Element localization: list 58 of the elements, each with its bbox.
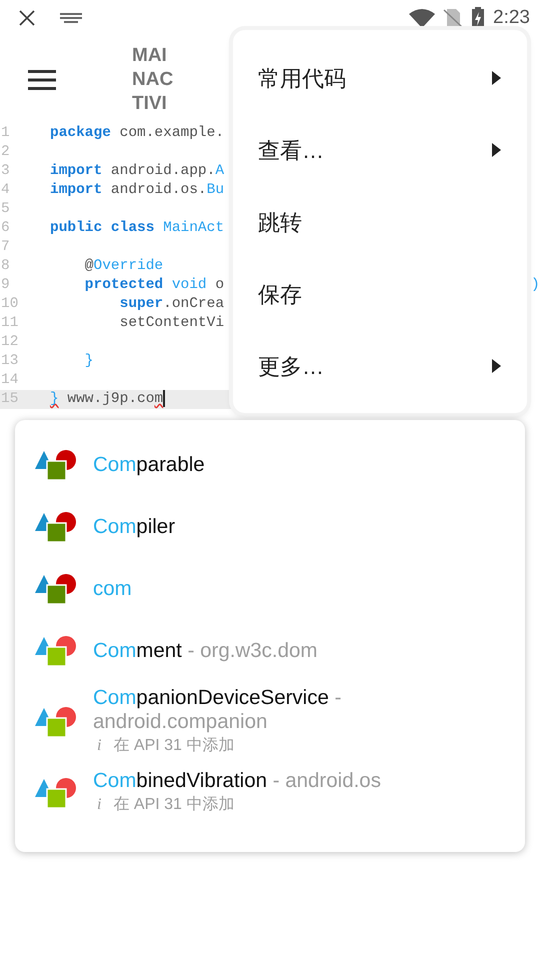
keyboard-icon <box>60 13 82 23</box>
shapes-icon <box>35 777 77 809</box>
completion-item[interactable]: Comparable <box>35 434 495 496</box>
menu-item[interactable]: 常用代码 <box>233 42 527 114</box>
menu-item[interactable]: 查看… <box>233 114 527 186</box>
code-text: protected void o <box>84 276 224 295</box>
menu-item[interactable]: 跳转 <box>233 186 527 258</box>
line-number: 4 <box>0 181 11 200</box>
battery-charging-icon <box>471 7 486 29</box>
file-title: MAINACTIVI <box>132 44 174 116</box>
line-number: 11 <box>0 314 20 333</box>
code-text: import android.os.Bu <box>50 181 224 200</box>
menu-item[interactable]: 更多… <box>233 330 527 402</box>
completion-name: com <box>93 577 132 601</box>
line-number: 7 <box>0 238 11 257</box>
completion-name: Comparable <box>93 453 205 477</box>
code-text: import android.app.A <box>50 162 224 181</box>
line-number: 14 <box>0 371 20 390</box>
shapes-icon <box>35 706 77 738</box>
line-number: 3 <box>0 162 11 181</box>
code-text: @Override <box>84 257 164 276</box>
code-text: ) <box>531 276 540 295</box>
completion-name: Comment - org.w3c.dom <box>93 639 318 663</box>
shapes-icon <box>35 635 77 667</box>
code-text: } www.j9p.com <box>50 390 164 409</box>
completion-name: CompanionDeviceService - android.companion <box>93 686 342 734</box>
api-note: i 在 API 31 中添加 <box>96 736 236 756</box>
wifi-icon <box>409 8 436 28</box>
line-number: 9 <box>0 276 11 295</box>
line-number: 8 <box>0 257 11 276</box>
line-number: 12 <box>0 333 20 352</box>
code-text: super.onCrea <box>118 295 224 314</box>
line-number: 13 <box>0 352 20 371</box>
completion-item[interactable]: Comment - org.w3c.dom <box>35 620 495 682</box>
completion-name: CombinedVibration - android.os <box>93 769 381 793</box>
shapes-icon <box>35 511 77 543</box>
code-text: } <box>84 352 94 371</box>
text-cursor <box>163 390 165 407</box>
completion-item[interactable]: CombinedVibration - android.os i 在 API 31 中添加 <box>35 762 495 824</box>
line-number: 2 <box>0 143 11 162</box>
code-text: package com.example. <box>50 124 224 143</box>
shapes-icon <box>35 449 77 481</box>
code-text: setContentVi <box>118 314 224 333</box>
close-icon[interactable] <box>18 9 36 27</box>
menu-item[interactable]: 保存 <box>233 258 527 330</box>
line-number: 10 <box>0 295 20 314</box>
code-text: public class MainAct <box>50 219 224 238</box>
completion-item[interactable]: Compiler <box>35 496 495 558</box>
completion-item[interactable]: CompanionDeviceService - android.companion i 在 API 31 中添加 <box>35 682 495 762</box>
shapes-icon <box>35 573 77 605</box>
completion-name: Compiler <box>93 515 176 539</box>
api-note: i 在 API 31 中添加 <box>96 794 236 815</box>
line-number: 6 <box>0 219 11 238</box>
no-sim-icon <box>443 8 464 28</box>
line-number: 1 <box>0 124 11 143</box>
line-number: 5 <box>0 200 11 219</box>
menu-icon[interactable] <box>28 70 56 90</box>
clock-time: 2:23 <box>493 6 530 30</box>
